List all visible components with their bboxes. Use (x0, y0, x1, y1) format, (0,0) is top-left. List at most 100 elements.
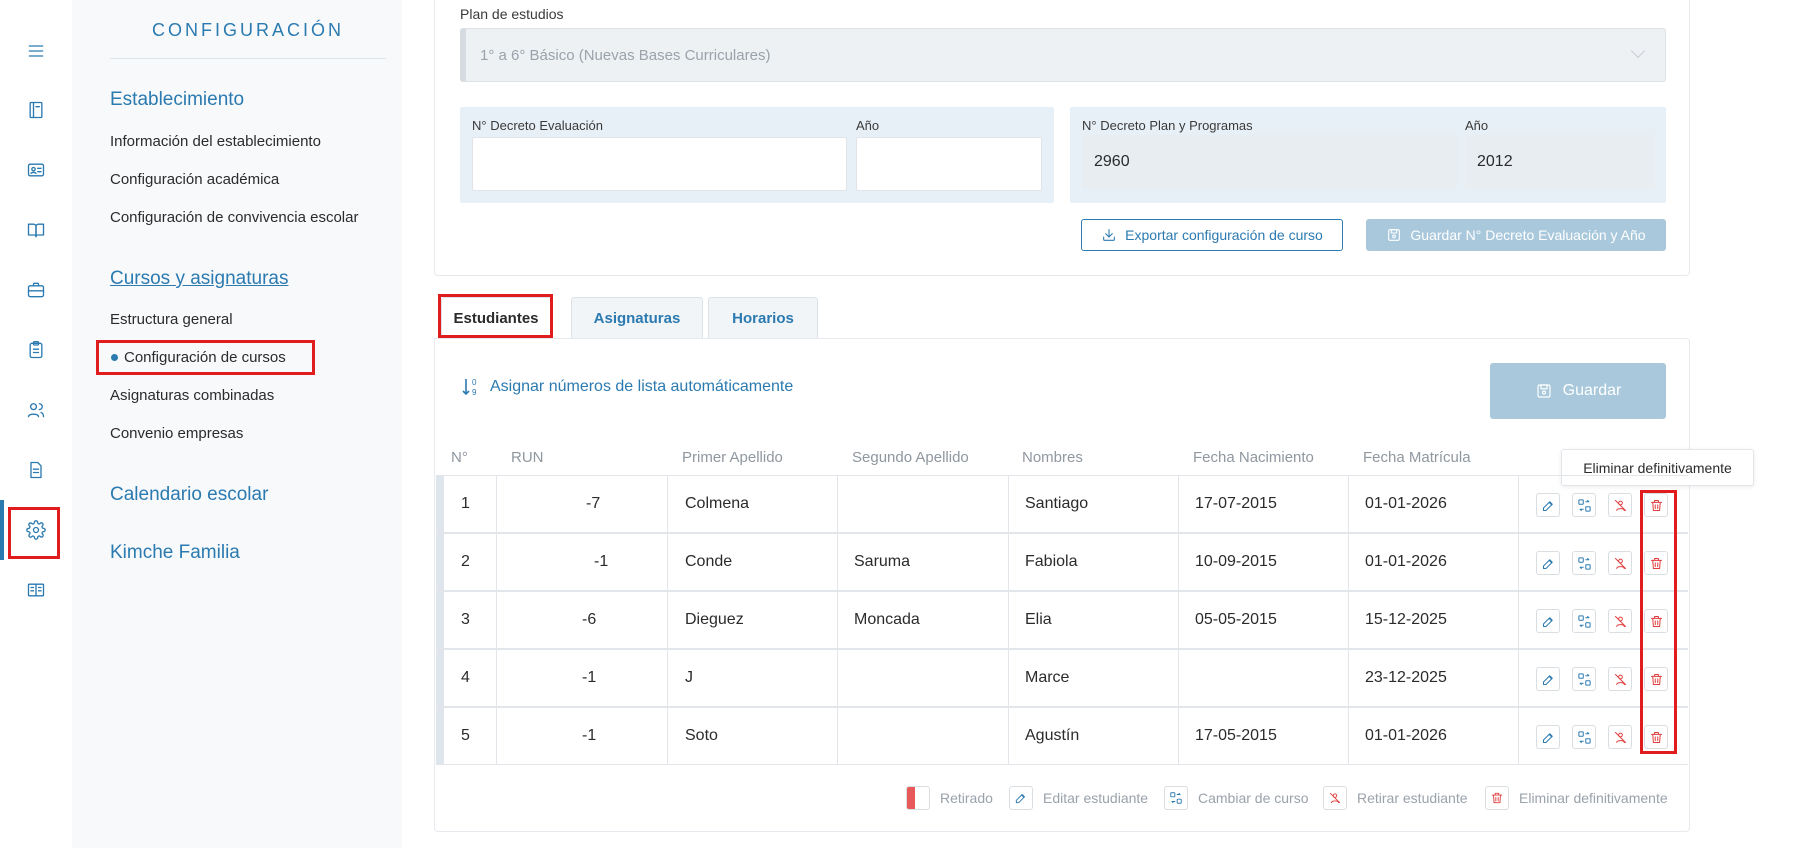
change-course-button[interactable] (1572, 609, 1596, 633)
cell-divider (496, 708, 497, 764)
cell-fecha-nacimiento: 17-07-2015 (1195, 495, 1277, 512)
withdraw-student-button[interactable] (1608, 725, 1632, 749)
section-calendario-escolar[interactable]: Calendario escolar (110, 484, 268, 506)
cell-divider (496, 650, 497, 706)
change-course-button[interactable] (1572, 725, 1596, 749)
plan-select[interactable]: 1° a 6° Básico (Nuevas Bases Curriculare… (460, 28, 1666, 82)
withdraw-student-button[interactable] (1608, 667, 1632, 691)
cell-nombres: Agustín (1025, 727, 1080, 744)
nav-informacion-establecimiento[interactable]: Información del establecimiento (110, 133, 321, 150)
cell-divider (1178, 708, 1179, 764)
save-button[interactable]: Guardar (1490, 363, 1666, 419)
cell-divider (496, 534, 497, 590)
table-row[interactable]: 1 -7 Colmena Santiago 17-07-2015 01-01-2… (436, 475, 1688, 533)
menu-icon[interactable] (24, 39, 48, 63)
decreto-evaluacion-input[interactable] (472, 137, 847, 191)
user-remove-icon (1323, 786, 1347, 810)
cell-fecha-matricula: 01-01-2026 (1365, 553, 1447, 570)
edit-student-button[interactable] (1536, 725, 1560, 749)
nav-configuracion-academica[interactable]: Configuración académica (110, 171, 279, 188)
table-row[interactable]: 3 -6 Dieguez Moncada Elia 05-05-2015 15-… (436, 591, 1688, 649)
legend-editar-label: Editar estudiante (1043, 790, 1149, 806)
document-icon[interactable] (24, 458, 48, 482)
cell-divider (667, 708, 668, 764)
th-numero: N° (451, 449, 468, 466)
retired-swatch (906, 786, 930, 810)
legend-cambiar: Cambiar de curso (1164, 785, 1309, 811)
section-kimche-familia[interactable]: Kimche Familia (110, 542, 240, 564)
legend-retirado: Retirado (906, 785, 993, 811)
decreto-plan-label: N° Decreto Plan y Programas (1082, 118, 1253, 133)
withdraw-student-button[interactable] (1608, 493, 1632, 517)
th-segundo-apellido: Segundo Apellido (852, 449, 969, 466)
nav-estructura-general[interactable]: Estructura general (110, 311, 233, 328)
row-status-stripe (436, 708, 444, 764)
plan-value: 1° a 6° Básico (Nuevas Bases Curriculare… (480, 47, 771, 64)
user-remove-icon (1614, 557, 1626, 569)
assign-numbers-link[interactable]: 0 9 Asignar números de lista automáticam… (462, 376, 793, 398)
cell-primer-apellido: J (685, 669, 693, 686)
nav-convenio-empresas[interactable]: Convenio empresas (110, 425, 243, 442)
cell-divider (1008, 708, 1009, 764)
notebook-icon[interactable] (24, 578, 48, 602)
save-decree-button[interactable]: Guardar N° Decreto Evaluación y Año (1366, 219, 1666, 251)
withdraw-student-button[interactable] (1608, 551, 1632, 575)
cell-divider (1348, 650, 1349, 706)
cell-divider (1008, 650, 1009, 706)
edit-icon (1542, 674, 1553, 685)
users-icon[interactable] (24, 398, 48, 422)
download-icon (1103, 229, 1116, 241)
section-cursos-asignaturas[interactable]: Cursos y asignaturas (110, 268, 288, 290)
cell-nombres: Fabiola (1025, 553, 1078, 570)
decreto-evaluacion-label: N° Decreto Evaluación (472, 118, 603, 133)
cell-divider (1518, 708, 1519, 764)
edit-student-button[interactable] (1536, 551, 1560, 575)
edit-icon (1009, 786, 1033, 810)
edit-student-button[interactable] (1536, 609, 1560, 633)
edit-icon (1542, 500, 1553, 511)
cell-run: -1 (582, 727, 597, 744)
book-icon[interactable] (24, 98, 48, 122)
th-fecha-matricula: Fecha Matrícula (1363, 449, 1471, 466)
briefcase-icon[interactable] (24, 278, 48, 302)
cell-primer-apellido: Colmena (685, 495, 750, 512)
table-row[interactable]: 4 -1 J Marce 23-12-2025 (436, 649, 1688, 707)
row-status-stripe (436, 476, 444, 532)
config-title: CONFIGURACIÓN (152, 20, 344, 40)
floppy-icon (1388, 229, 1401, 241)
nav-configuracion-convivencia[interactable]: Configuración de convivencia escolar (110, 209, 358, 226)
delete-column-highlight-box (1640, 490, 1677, 754)
id-card-icon[interactable] (24, 158, 48, 182)
tab-highlight-box (438, 294, 553, 338)
change-course-button[interactable] (1572, 493, 1596, 517)
decreto-evaluacion-year-input[interactable] (856, 137, 1042, 191)
change-course-button[interactable] (1572, 667, 1596, 691)
legend-eliminar-label: Eliminar definitivamente (1519, 790, 1668, 806)
export-config-button[interactable]: Exportar configuración de curso (1081, 219, 1343, 251)
tab-asignaturas[interactable]: Asignaturas (571, 297, 703, 339)
swap-icon (1164, 786, 1188, 810)
withdraw-student-button[interactable] (1608, 609, 1632, 633)
cell-divider (1348, 476, 1349, 532)
cell-numero: 5 (461, 727, 470, 744)
svg-text:9: 9 (472, 388, 477, 397)
section-establecimiento[interactable]: Establecimiento (110, 89, 244, 111)
row-status-stripe (436, 650, 444, 706)
edit-student-button[interactable] (1536, 493, 1560, 517)
table-row[interactable]: 2 -1 Conde Saruma Fabiola 10-09-2015 01-… (436, 533, 1688, 591)
cell-numero: 1 (461, 495, 470, 512)
th-primer-apellido: Primer Apellido (682, 449, 783, 466)
nav-asignaturas-combinadas[interactable]: Asignaturas combinadas (110, 387, 274, 404)
clipboard-icon[interactable] (24, 338, 48, 362)
edit-student-button[interactable] (1536, 667, 1560, 691)
swap-icon (1577, 672, 1591, 686)
decreto-plan-year-input: 2012 (1465, 135, 1655, 189)
table-row[interactable]: 5 -1 Soto Agustín 17-05-2015 01-01-2026 (436, 707, 1688, 765)
change-course-button[interactable] (1572, 551, 1596, 575)
user-remove-icon (1614, 499, 1626, 511)
open-book-icon[interactable] (24, 218, 48, 242)
cell-divider (1518, 476, 1519, 532)
cell-segundo-apellido: Moncada (854, 611, 920, 628)
cell-run: -1 (582, 669, 597, 686)
tab-horarios[interactable]: Horarios (708, 297, 818, 339)
